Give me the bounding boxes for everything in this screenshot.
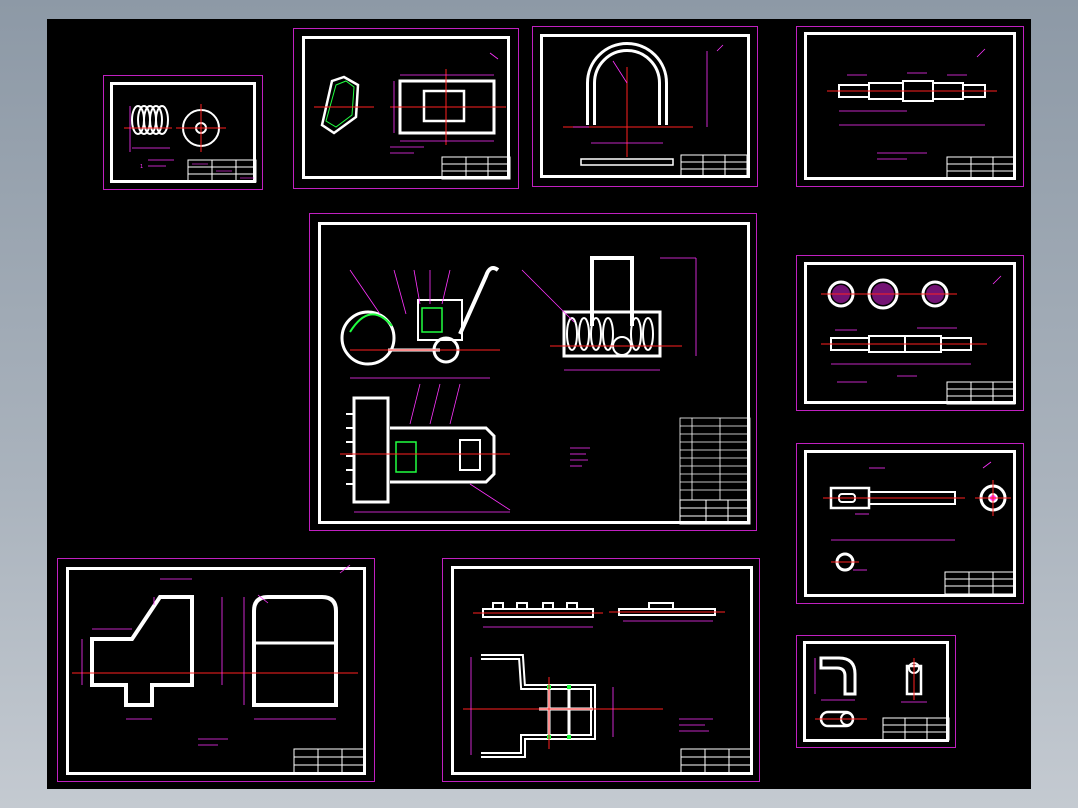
axle-drawing: [823, 461, 1016, 595]
sheet-side-plate-part[interactable]: [57, 558, 375, 782]
title-block: [679, 499, 751, 525]
sheet-axle-part[interactable]: [796, 443, 1024, 604]
title-block: [441, 156, 511, 180]
cad-drawing-canvas[interactable]: 1: [47, 19, 1031, 789]
title-block: [680, 748, 752, 774]
shaft-drawing: [827, 48, 1016, 180]
title-block: [293, 748, 365, 774]
sheet-frame-part[interactable]: [442, 558, 760, 782]
sheet-main-assembly[interactable]: [309, 213, 757, 531]
sheet-small-spring-part[interactable]: 1: [103, 75, 263, 190]
balloon-label: 1: [140, 164, 143, 170]
title-block: [680, 154, 748, 178]
sheet-shaft-part-1[interactable]: [796, 26, 1024, 187]
side-plate-drawing: [72, 564, 365, 774]
title-block: [944, 571, 1016, 595]
spring-and-disc-drawing: 1: [124, 104, 257, 183]
elbow-drawing: [814, 656, 950, 741]
bracket-drawing: [314, 52, 511, 180]
sheet-u-handle-part[interactable]: [532, 26, 758, 187]
parts-list: [679, 417, 751, 501]
u-handle-drawing: [563, 42, 748, 178]
shaft-sections-drawing: [821, 275, 1016, 405]
title-block: [946, 381, 1016, 405]
title-block: [882, 717, 950, 741]
sheet-shaft-part-2[interactable]: [796, 255, 1024, 411]
frame-drawing: [463, 602, 752, 774]
assembly-drawing: [340, 256, 751, 525]
title-block: [946, 156, 1016, 180]
sheet-elbow-part[interactable]: [796, 635, 956, 748]
sheet-bracket-part[interactable]: [293, 28, 519, 189]
